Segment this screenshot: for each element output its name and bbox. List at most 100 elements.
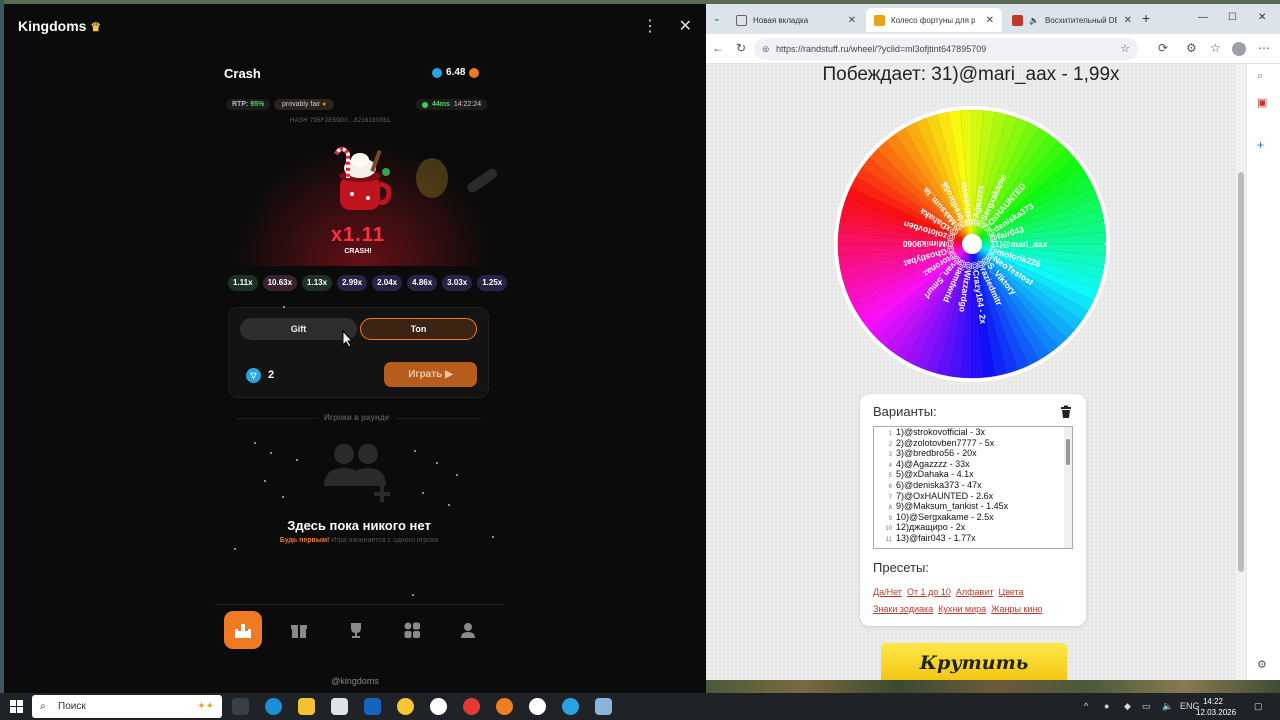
- preset-link[interactable]: Да/Нет: [873, 587, 902, 597]
- preset-link[interactable]: Жанры кино: [991, 604, 1042, 614]
- particle: [422, 492, 424, 494]
- variant-line[interactable]: 3 3)@bredbro56 - 20x: [874, 448, 1072, 459]
- telegram-icon[interactable]: [562, 698, 579, 715]
- speaker-icon[interactable]: 🔈: [1029, 16, 1039, 25]
- fortune-wheel[interactable]: 31)@mari_aax@molorik228@NeoTestost@S_Vik…: [834, 106, 1110, 382]
- variant-line[interactable]: 6 6)@deniska373 - 47x: [874, 480, 1072, 491]
- tab-profile[interactable]: [449, 611, 487, 649]
- store-icon[interactable]: [331, 698, 348, 715]
- back-icon[interactable]: ←: [712, 41, 724, 55]
- browser-tab-deep[interactable]: 🔈 Восхитительный DEEP ✕: [1004, 8, 1140, 32]
- tray-app-icon[interactable]: ◆: [1124, 701, 1131, 712]
- page-scrollbar[interactable]: [1236, 64, 1246, 680]
- variant-line[interactable]: 4 4)@Agazzzz - 33x: [874, 459, 1072, 470]
- bookmark-star-icon[interactable]: ☆: [1120, 38, 1130, 60]
- tab-list-icon[interactable]: ⌄: [713, 13, 721, 24]
- cocoa-cup-icon: [334, 147, 392, 210]
- user-icon: [461, 623, 475, 638]
- tab-games[interactable]: [393, 611, 431, 649]
- settings-icon[interactable]: ⚙: [1257, 658, 1267, 671]
- particle: [282, 496, 284, 498]
- windows-start-icon[interactable]: [10, 700, 23, 713]
- site-info-icon[interactable]: ⊜: [762, 38, 770, 60]
- close-icon[interactable]: ✕: [679, 16, 692, 36]
- close-tab-icon[interactable]: ✕: [848, 15, 856, 26]
- mode-gift-tab[interactable]: Gift: [240, 318, 357, 340]
- minimize-icon[interactable]: —: [1198, 12, 1208, 23]
- app-icon[interactable]: [529, 698, 546, 715]
- balance-badge[interactable]: 6.48: [432, 67, 480, 78]
- mouse-cursor-icon: [342, 330, 354, 348]
- bet-amount-input[interactable]: ▽ 2: [240, 362, 378, 388]
- preset-link[interactable]: От 1 до 10: [907, 587, 951, 597]
- preset-link[interactable]: Кухни мира: [938, 604, 986, 614]
- close-tab-icon[interactable]: ✕: [1124, 15, 1132, 26]
- puzzle-icon[interactable]: ⚙: [1186, 41, 1197, 55]
- app-icon[interactable]: [397, 698, 414, 715]
- variant-line[interactable]: 2 2)@zolotovben7777 - 5x: [874, 438, 1072, 449]
- play-button[interactable]: Играть ▶: [384, 362, 477, 387]
- variant-line[interactable]: 1 1)@strokovofficial - 3x: [874, 427, 1072, 438]
- extensions-icon[interactable]: ⟳: [1158, 41, 1168, 55]
- window-close-icon[interactable]: ✕: [1258, 12, 1266, 23]
- scrollbar-thumb[interactable]: [1238, 172, 1244, 572]
- tray-chevron-icon[interactable]: ^: [1084, 701, 1088, 711]
- particle: [456, 474, 458, 476]
- tab-gifts[interactable]: [280, 611, 318, 649]
- reload-icon[interactable]: ↻: [736, 41, 746, 55]
- yandex-icon[interactable]: [430, 698, 447, 715]
- volume-icon[interactable]: 🔈: [1162, 701, 1173, 712]
- yandex-browser-icon[interactable]: [463, 698, 480, 715]
- variant-line[interactable]: 10 12)джащиро - 2x: [874, 522, 1072, 533]
- variant-line[interactable]: 7 7)@OxHAUNTED - 2.6x: [874, 491, 1072, 502]
- outlook-icon[interactable]: [364, 698, 381, 715]
- task-view-icon[interactable]: [232, 698, 249, 715]
- variant-line[interactable]: 9 10)@Sergxakame - 2.5x: [874, 512, 1072, 523]
- variant-line[interactable]: 8 9)@Maksum_tankist - 1.45x: [874, 501, 1072, 512]
- new-tab-icon[interactable]: +: [1142, 10, 1150, 26]
- empty-state-subtitle: Будь первым! Игра начинается с одного иг…: [279, 537, 439, 544]
- profile-avatar[interactable]: [1232, 42, 1246, 56]
- status-dot-icon: [422, 101, 428, 108]
- maximize-icon[interactable]: ☐: [1228, 12, 1237, 23]
- favorites-icon[interactable]: ☆: [1210, 41, 1221, 55]
- mode-ton-tab[interactable]: Ton: [360, 318, 477, 340]
- edge-icon[interactable]: [265, 698, 282, 715]
- variant-text: 6)@deniska373 - 47x: [896, 479, 982, 490]
- add-balance-icon[interactable]: [469, 67, 480, 78]
- more-options-icon[interactable]: ⋮: [642, 16, 658, 36]
- browser-tab-new[interactable]: Новая вкладка ✕: [728, 8, 864, 32]
- preset-link[interactable]: Знаки зодиака: [873, 604, 933, 614]
- spin-button[interactable]: Крутить: [881, 643, 1067, 680]
- variant-line[interactable]: 5 5)@xDahaka - 4.1x: [874, 469, 1072, 480]
- variants-textarea[interactable]: 1 1)@strokovofficial - 3x 2 2)@zolotovben77…: [873, 426, 1073, 549]
- app-icon[interactable]: [496, 698, 513, 715]
- line-number: 11: [885, 536, 892, 543]
- preset-link[interactable]: Алфавит: [956, 587, 994, 597]
- app-icon[interactable]: [595, 698, 612, 715]
- variant-line[interactable]: 11 13)@fair043 - 1.77x: [874, 533, 1072, 544]
- tray-app-icon[interactable]: ●: [1104, 701, 1109, 711]
- tab-leaderboard[interactable]: [337, 611, 375, 649]
- system-clock[interactable]: 14:22 12.03.2026: [1196, 696, 1236, 718]
- close-tab-icon[interactable]: ✕: [986, 15, 994, 26]
- address-bar-row: ← ↻ ⊜ https://randstuff.ru/wheel/?yclid=…: [706, 34, 1280, 64]
- tab-crash[interactable]: [224, 611, 262, 649]
- miniapp-header: Kingdoms ♛ ⋮ ✕: [4, 4, 706, 48]
- notifications-icon[interactable]: ▢: [1254, 701, 1263, 712]
- browser-menu-icon[interactable]: ⋯: [1258, 41, 1270, 55]
- network-icon[interactable]: ▭: [1142, 701, 1151, 712]
- browser-tab-wheel[interactable]: Колесо фортуны для розы ✕: [866, 8, 1002, 32]
- search-icon[interactable]: ⌕: [1257, 70, 1263, 83]
- castle-icon: [235, 624, 251, 638]
- provably-fair-badge[interactable]: provably fair ●: [274, 99, 335, 110]
- shopping-icon[interactable]: ▣: [1257, 96, 1267, 109]
- preset-link[interactable]: Цвета: [998, 587, 1023, 597]
- add-icon[interactable]: +: [1257, 138, 1264, 152]
- taskbar-search[interactable]: ⌕ Поиск ✦✦: [32, 695, 222, 718]
- variant-text: 4)@Agazzzz - 33x: [896, 458, 970, 469]
- round-hash[interactable]: HASH 795F2E69D0...8216180361: [290, 118, 390, 124]
- url-field[interactable]: ⊜ https://randstuff.ru/wheel/?yclid=ml3o…: [754, 38, 1138, 60]
- file-explorer-icon[interactable]: [298, 698, 315, 715]
- trash-icon[interactable]: [1059, 405, 1073, 419]
